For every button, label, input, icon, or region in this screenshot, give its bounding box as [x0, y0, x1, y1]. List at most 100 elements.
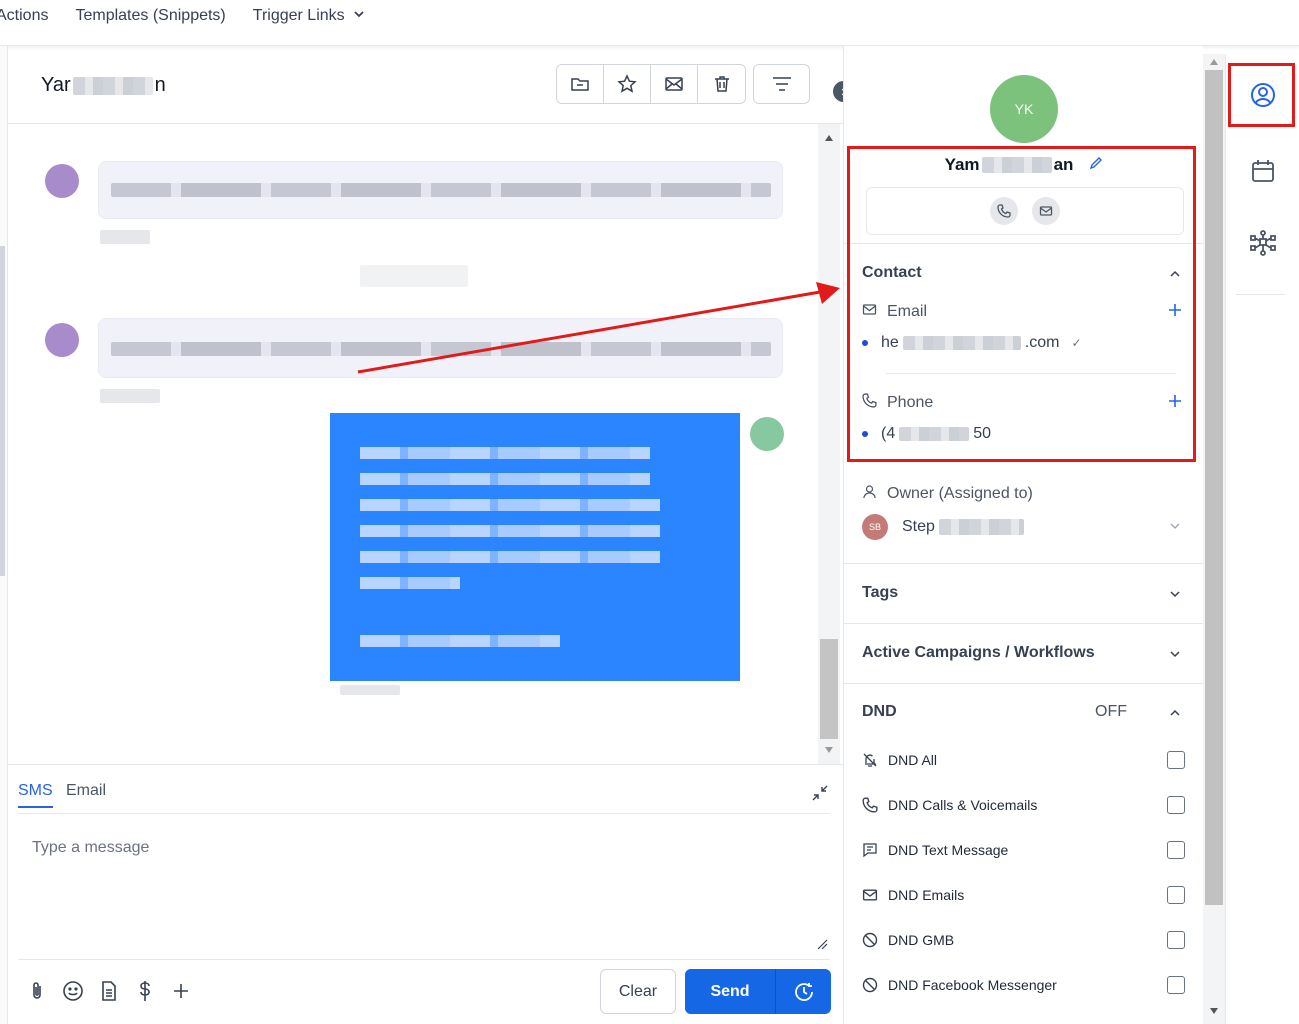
phone-icon[interactable]: [990, 197, 1018, 225]
dollar-icon[interactable]: [134, 980, 156, 1002]
name-visible-end: n: [154, 74, 166, 96]
avatar: [750, 417, 784, 451]
divider: [18, 813, 830, 814]
dnd-text-checkbox[interactable]: [1167, 841, 1185, 859]
quick-actions: [866, 187, 1184, 235]
dnd-calls-row: DND Calls & Voicemails: [862, 793, 1186, 817]
nav-templates[interactable]: Templates (Snippets): [75, 7, 225, 25]
mail-icon[interactable]: [1032, 197, 1060, 225]
check-icon: ✓: [1071, 336, 1082, 350]
option-label: DND All: [888, 752, 938, 768]
label-text: Email: [887, 303, 928, 320]
divider: [1236, 294, 1286, 295]
star-icon[interactable]: [604, 65, 651, 103]
tab-sms[interactable]: SMS: [18, 782, 53, 800]
panel-scrollbar[interactable]: [1203, 54, 1225, 1024]
nav-label: Templates (Snippets): [75, 7, 226, 24]
redacted-text: [72, 76, 153, 95]
annotation-arrow: [357, 282, 840, 374]
send-button-group: Send: [685, 969, 831, 1014]
trash-icon[interactable]: [698, 65, 745, 103]
resize-handle-icon[interactable]: [816, 937, 828, 955]
right-icon-rail: [1225, 54, 1299, 1024]
left-scrollbar[interactable]: [0, 246, 5, 576]
chevron-up-icon[interactable]: [1168, 267, 1182, 286]
scrollbar-thumb[interactable]: [820, 639, 838, 739]
avatar: SB: [862, 514, 888, 540]
name-visible-part: Yam: [944, 155, 980, 174]
email-value[interactable]: he .com ✓: [862, 334, 1082, 352]
owner-select[interactable]: SB Step: [862, 514, 1024, 540]
add-phone-icon[interactable]: [1168, 391, 1182, 414]
value-visible-end: 50: [973, 425, 992, 442]
conversation-contact-name: Yar n: [41, 74, 166, 97]
redacted-timestamp: [340, 685, 400, 695]
phone-label: Phone: [862, 393, 933, 413]
value-visible-part: Step: [902, 518, 935, 535]
option-label: DND Text Message: [888, 842, 1009, 858]
bell-off-icon: [862, 752, 880, 768]
filter-icon[interactable]: [753, 64, 810, 104]
message-input[interactable]: [18, 829, 830, 953]
mail-icon: [862, 887, 880, 903]
contact-section-title[interactable]: Contact: [862, 264, 922, 282]
dnd-gmb-checkbox[interactable]: [1167, 931, 1185, 949]
redacted-timestamp: [100, 230, 150, 244]
chevron-down-icon[interactable]: [1168, 519, 1182, 538]
scrollbar-thumb[interactable]: [1205, 70, 1223, 905]
dnd-all-row: DND All: [862, 748, 1186, 772]
nav-trigger-links[interactable]: Trigger Links: [253, 7, 365, 25]
dnd-facebook-row: DND Facebook Messenger: [862, 973, 1186, 997]
nav-actions[interactable]: Actions: [0, 7, 48, 25]
outgoing-message-redacted: [330, 413, 740, 681]
collapse-composer-icon[interactable]: [811, 784, 829, 807]
phone-value[interactable]: (4 50: [862, 425, 991, 443]
block-icon: [862, 932, 880, 948]
divider: [844, 623, 1203, 624]
send-button[interactable]: Send: [685, 969, 776, 1014]
dnd-calls-checkbox[interactable]: [1167, 796, 1185, 814]
active-tab-indicator: [18, 806, 53, 808]
schedule-clock-icon[interactable]: [776, 969, 831, 1014]
folder-icon[interactable]: [557, 65, 604, 103]
clear-button[interactable]: Clear: [600, 969, 676, 1014]
divider: [844, 683, 1203, 684]
tab-email[interactable]: Email: [66, 782, 106, 800]
left-panel-edge: [0, 46, 8, 1024]
option-label: DND Facebook Messenger: [888, 977, 1057, 993]
chevron-down-icon[interactable]: [1168, 647, 1182, 666]
message-scrollbar[interactable]: [818, 124, 840, 764]
redacted-timestamp: [100, 389, 160, 403]
dnd-all-checkbox[interactable]: [1167, 751, 1185, 769]
emoji-icon[interactable]: [62, 980, 84, 1002]
tags-section-title[interactable]: Tags: [862, 584, 898, 602]
conversation-header: Yar n: [8, 46, 843, 124]
add-email-icon[interactable]: [1168, 300, 1182, 323]
composer-tools: [26, 980, 192, 1002]
nav-label: Actions: [0, 7, 49, 24]
option-label: DND GMB: [888, 932, 955, 948]
conversation-toolbar: [556, 64, 746, 104]
pencil-icon[interactable]: [1089, 155, 1103, 175]
mail-icon: [862, 302, 877, 322]
mail-icon[interactable]: [651, 65, 698, 103]
dnd-emails-checkbox[interactable]: [1167, 886, 1185, 904]
message-composer: SMS Email Clear Send: [8, 764, 843, 1024]
calendar-icon[interactable]: [1245, 153, 1281, 189]
redacted-text: [938, 519, 1024, 535]
value-visible-part: he: [881, 334, 899, 351]
chevron-up-icon[interactable]: [1168, 706, 1182, 725]
label-text: Owner (Assigned to): [887, 485, 1033, 502]
paperclip-icon[interactable]: [26, 980, 48, 1002]
dnd-section-title[interactable]: DND: [862, 703, 897, 721]
option-label: DND Calls & Voicemails: [888, 797, 1038, 813]
plus-icon[interactable]: [170, 980, 192, 1002]
chevron-down-icon: [353, 7, 365, 25]
owner-label: Owner (Assigned to): [862, 484, 1033, 504]
dnd-facebook-checkbox[interactable]: [1167, 976, 1185, 994]
network-icon[interactable]: [1245, 225, 1281, 261]
chevron-down-icon[interactable]: [1168, 587, 1182, 606]
campaigns-section-title[interactable]: Active Campaigns / Workflows: [862, 644, 1095, 662]
user-circle-icon[interactable]: [1245, 77, 1281, 113]
document-icon[interactable]: [98, 980, 120, 1002]
